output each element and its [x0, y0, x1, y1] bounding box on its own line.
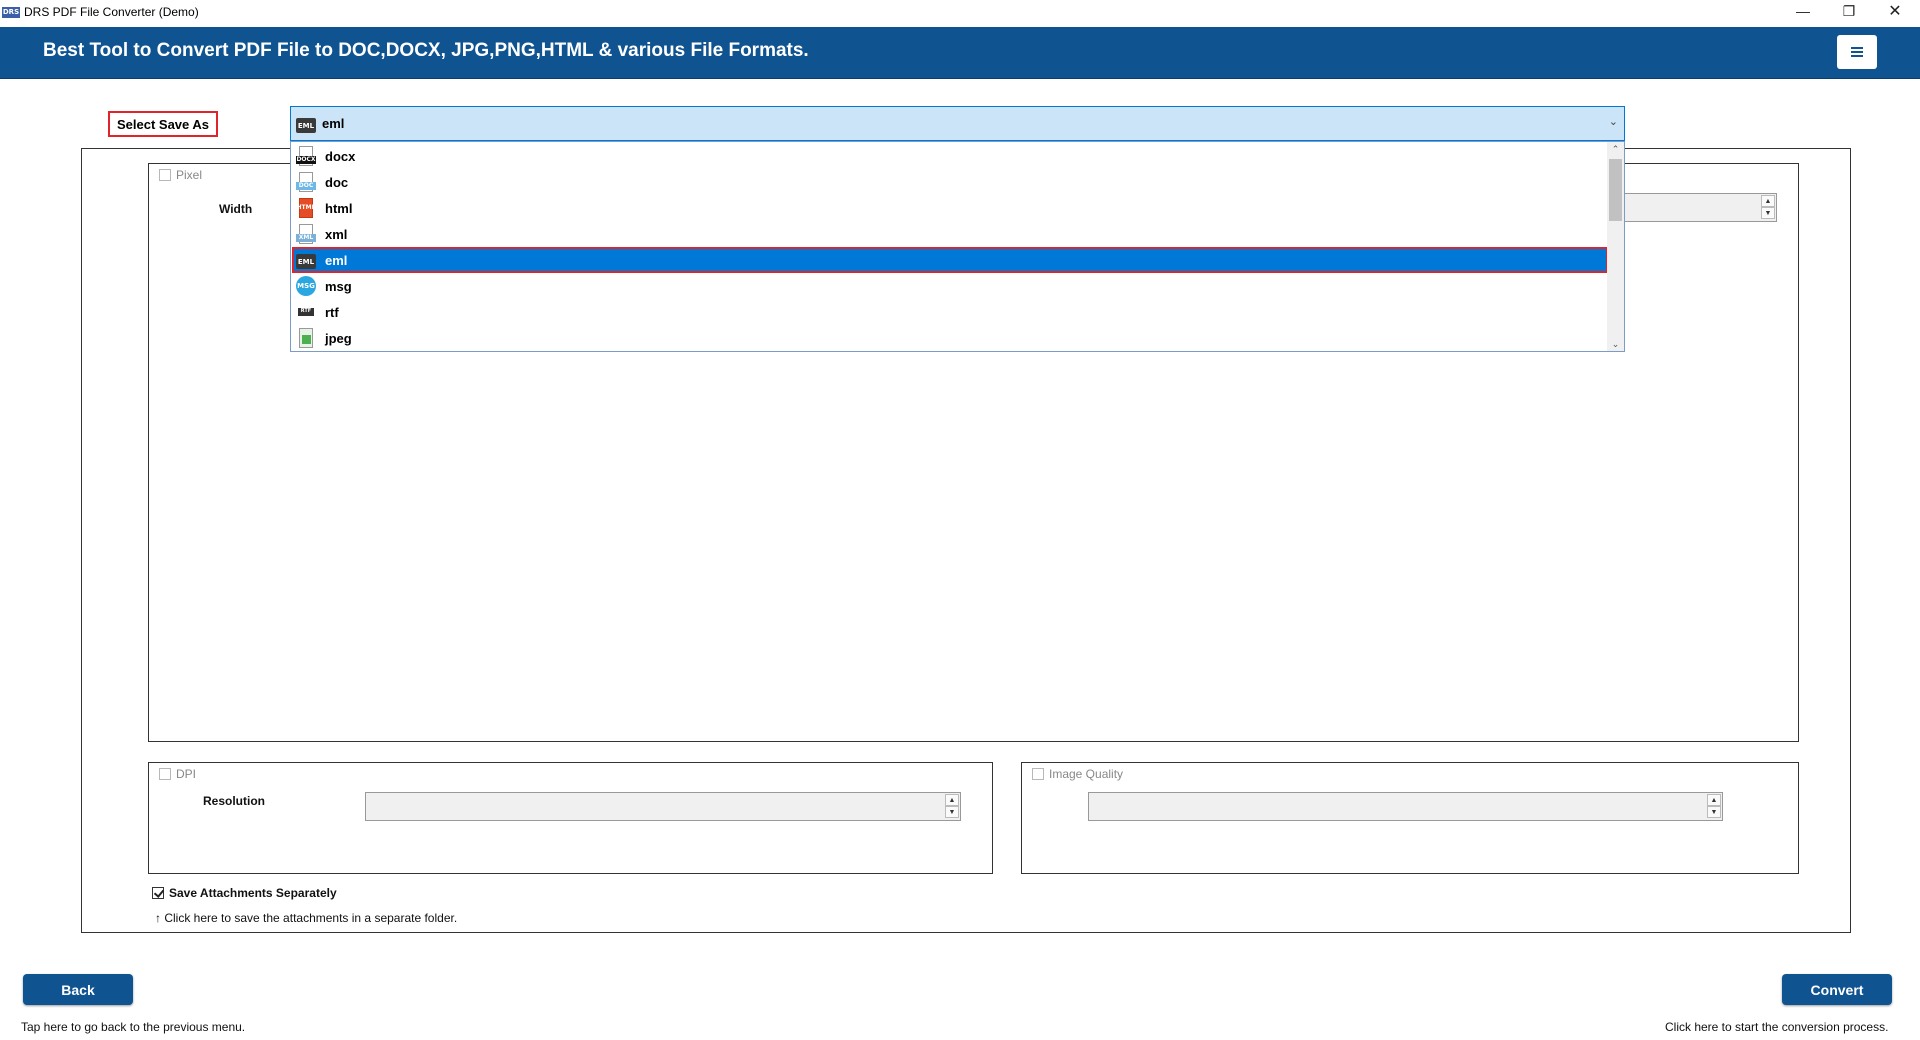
convert-button[interactable]: Convert — [1782, 974, 1892, 1005]
dpi-checkbox[interactable] — [159, 768, 171, 780]
window-titlebar: DRS DRS PDF File Converter (Demo) — ❐ ✕ — [0, 0, 1920, 27]
option-label: doc — [325, 174, 349, 190]
pixel-label: Pixel — [176, 168, 203, 182]
option-docx[interactable]: DOCX docx — [292, 143, 1608, 169]
save-as-selected-value: eml — [322, 116, 345, 131]
option-label: xml — [325, 226, 348, 242]
image-quality-checkbox[interactable] — [1032, 768, 1044, 780]
dropdown-scrollbar[interactable]: ⌃ ⌄ — [1607, 142, 1624, 351]
app-header: Best Tool to Convert PDF File to DOC,DOC… — [0, 27, 1920, 79]
image-quality-up-arrow-icon[interactable]: ▲ — [1707, 794, 1721, 806]
option-label: docx — [325, 148, 356, 164]
width-down-arrow-icon[interactable]: ▼ — [1761, 207, 1775, 219]
html-file-icon: HTML — [296, 198, 316, 218]
menu-button[interactable] — [1837, 35, 1877, 69]
eml-file-icon: EML — [296, 253, 316, 269]
back-button[interactable]: Back — [23, 974, 133, 1005]
image-quality-label: Image Quality — [1049, 767, 1124, 781]
resolution-label: Resolution — [203, 794, 265, 808]
select-save-as-label: Select Save As — [108, 111, 218, 137]
resolution-down-arrow-icon[interactable]: ▼ — [945, 806, 959, 818]
width-up-arrow-icon[interactable]: ▲ — [1761, 195, 1775, 207]
pixel-checkbox[interactable] — [159, 169, 171, 181]
jpeg-file-icon — [296, 328, 316, 348]
width-label: Width — [219, 202, 253, 216]
back-hint: Tap here to go back to the previous menu… — [21, 1020, 246, 1034]
msg-file-icon: MSG — [296, 276, 316, 296]
close-button[interactable]: ✕ — [1872, 0, 1918, 22]
minimize-button[interactable]: — — [1780, 0, 1826, 22]
image-quality-down-arrow-icon[interactable]: ▼ — [1707, 806, 1721, 818]
option-msg[interactable]: MSG msg — [292, 273, 1608, 299]
option-html[interactable]: HTML html — [292, 195, 1608, 221]
chevron-down-icon[interactable]: ⌄ — [1609, 115, 1618, 128]
option-label: rtf — [325, 304, 339, 320]
scroll-down-icon[interactable]: ⌄ — [1607, 337, 1624, 351]
option-jpeg[interactable]: jpeg — [292, 325, 1608, 351]
option-xml[interactable]: XML xml — [292, 221, 1608, 247]
scroll-up-icon[interactable]: ⌃ — [1607, 142, 1624, 156]
maximize-button[interactable]: ❐ — [1826, 0, 1872, 22]
option-rtf[interactable]: RTF rtf — [292, 299, 1608, 325]
option-label: html — [325, 200, 353, 216]
docx-file-icon: DOCX — [296, 146, 316, 166]
save-attachments-hint: ↑ Click here to save the attachments in … — [155, 911, 458, 925]
resolution-spinner[interactable]: ▲ ▼ — [365, 792, 961, 821]
width-spinner[interactable]: ▲ ▼ — [1620, 193, 1777, 222]
header-title: Best Tool to Convert PDF File to DOC,DOC… — [43, 40, 809, 61]
app-logo-icon: DRS — [2, 7, 20, 18]
doc-file-icon: DOC — [296, 172, 316, 192]
scrollbar-thumb[interactable] — [1609, 159, 1622, 221]
option-label: jpeg — [325, 330, 352, 346]
hamburger-icon — [1851, 47, 1863, 57]
option-label: eml — [325, 252, 348, 268]
resolution-up-arrow-icon[interactable]: ▲ — [945, 794, 959, 806]
xml-file-icon: XML — [296, 224, 316, 244]
save-as-dropdown[interactable]: EML eml ⌄ — [290, 106, 1625, 141]
save-attachments-label[interactable]: Save Attachments Separately — [169, 886, 337, 900]
dpi-label: DPI — [176, 767, 197, 781]
save-attachments-checkbox[interactable] — [152, 887, 164, 899]
eml-file-icon: EML — [296, 118, 316, 133]
save-as-options-list: DOCX docx DOC doc HTML html XML xml EML … — [290, 141, 1625, 352]
image-quality-spinner[interactable]: ▲ ▼ — [1088, 792, 1723, 821]
window-title: DRS PDF File Converter (Demo) — [24, 5, 199, 19]
rtf-file-icon: RTF — [296, 302, 316, 322]
option-doc[interactable]: DOC doc — [292, 169, 1608, 195]
option-label: msg — [325, 278, 352, 294]
option-eml[interactable]: EML eml — [292, 247, 1608, 273]
convert-hint: Click here to start the conversion proce… — [1665, 1020, 1889, 1034]
